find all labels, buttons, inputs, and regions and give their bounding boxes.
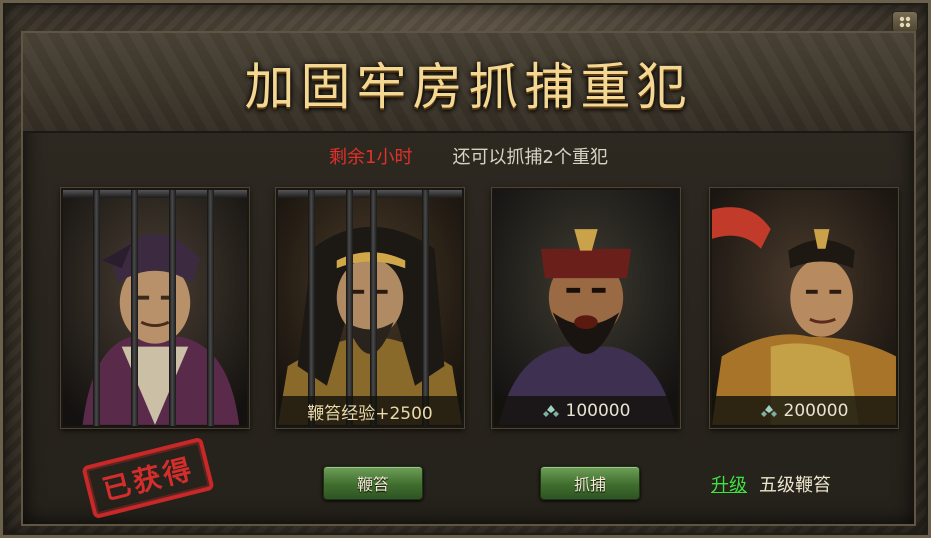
cost-value: 200000	[783, 401, 849, 421]
silver-ingot-icon	[760, 405, 777, 417]
grid-icon[interactable]	[892, 11, 918, 33]
catch-remaining-text: 还可以抓捕2个重犯	[452, 147, 608, 168]
whip-button[interactable]: 鞭笞	[323, 466, 423, 500]
cost-value: 100000	[565, 401, 631, 421]
cost-caption: 100000	[494, 396, 678, 426]
general-portrait	[712, 190, 896, 425]
prisoner-card-2[interactable]: 鞭笞经验+2500	[276, 188, 464, 428]
capture-button[interactable]: 抓捕	[540, 466, 640, 500]
general-card-2[interactable]: 200000	[710, 188, 898, 428]
whip-level-text: 五级鞭笞	[759, 475, 831, 496]
dialog-frame: 加固牢房抓捕重犯 剩余1小时 还可以抓捕2个重犯 鞭笞经验+2500 10000…	[0, 0, 931, 538]
title-bar: 加固牢房抓捕重犯	[23, 33, 914, 133]
silver-ingot-icon	[542, 405, 559, 417]
obtained-stamp: 已获得	[81, 436, 215, 520]
prisoner-card-1[interactable]	[61, 188, 249, 428]
cell-bars	[63, 190, 247, 426]
dialog-body: 加固牢房抓捕重犯 剩余1小时 还可以抓捕2个重犯 鞭笞经验+2500 10000…	[21, 31, 916, 526]
cell-bars	[278, 190, 462, 426]
dialog-title: 加固牢房抓捕重犯	[244, 58, 693, 116]
status-row: 剩余1小时 还可以抓捕2个重犯	[23, 138, 914, 174]
upgrade-row: 升级 五级鞭笞	[711, 469, 911, 499]
general-portrait	[494, 190, 678, 425]
grid-icon-glyph	[899, 16, 911, 28]
upgrade-link[interactable]: 升级	[711, 471, 747, 497]
cost-caption: 200000	[712, 396, 896, 426]
exp-caption: 鞭笞经验+2500	[278, 396, 462, 426]
general-card-1[interactable]: 100000	[492, 188, 680, 428]
time-left-text: 剩余1小时	[329, 147, 413, 168]
